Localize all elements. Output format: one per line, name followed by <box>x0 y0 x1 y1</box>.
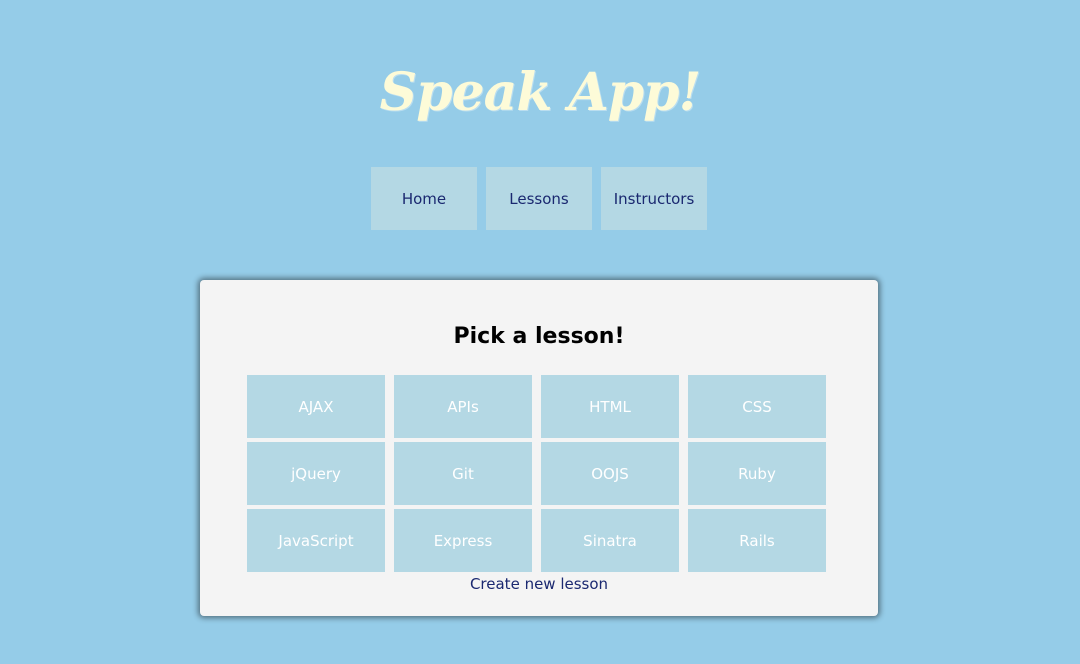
main-nav: Home Lessons Instructors <box>371 167 707 230</box>
create-new-lesson-link[interactable]: Create new lesson <box>200 574 878 594</box>
lesson-button-sinatra[interactable]: Sinatra <box>541 509 679 572</box>
lesson-button-css[interactable]: CSS <box>688 375 826 438</box>
lesson-button-ruby[interactable]: Ruby <box>688 442 826 505</box>
nav-lessons-button[interactable]: Lessons <box>486 167 592 230</box>
lesson-grid: AJAX APIs HTML CSS jQuery Git OOJS Ruby … <box>247 375 826 572</box>
page-title: Pick a lesson! <box>453 324 625 349</box>
nav-home-button[interactable]: Home <box>371 167 477 230</box>
lesson-button-apis[interactable]: APIs <box>394 375 532 438</box>
lesson-picker-card: Pick a lesson! AJAX APIs HTML CSS jQuery… <box>200 280 878 616</box>
lesson-button-ajax[interactable]: AJAX <box>247 375 385 438</box>
lesson-button-git[interactable]: Git <box>394 442 532 505</box>
lesson-button-jquery[interactable]: jQuery <box>247 442 385 505</box>
app-logo: Speak App! <box>379 62 702 123</box>
lesson-button-rails[interactable]: Rails <box>688 509 826 572</box>
lesson-button-html[interactable]: HTML <box>541 375 679 438</box>
lesson-button-javascript[interactable]: JavaScript <box>247 509 385 572</box>
lesson-button-express[interactable]: Express <box>394 509 532 572</box>
nav-instructors-button[interactable]: Instructors <box>601 167 707 230</box>
lesson-button-oojs[interactable]: OOJS <box>541 442 679 505</box>
